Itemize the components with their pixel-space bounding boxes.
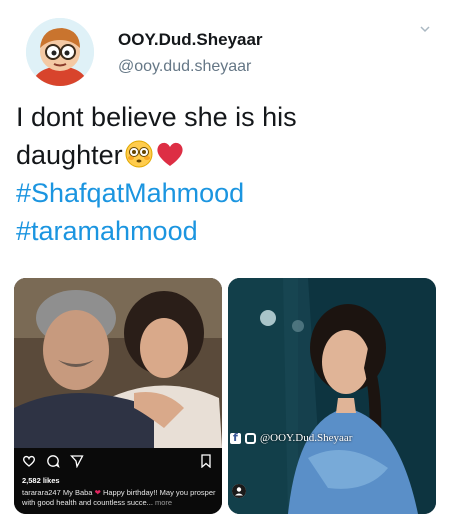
caption-more-link[interactable]: more bbox=[155, 498, 172, 507]
media-grid: 2,582 likes tararara247 My Baba ❤ Happy … bbox=[14, 278, 436, 514]
instagram-screenshot-photo[interactable]: 2,582 likes tararara247 My Baba ❤ Happy … bbox=[14, 278, 222, 514]
red-heart-icon bbox=[155, 140, 185, 168]
red-heart-icon: ❤ bbox=[94, 488, 101, 497]
avatar[interactable] bbox=[26, 18, 94, 86]
instagram-caption: tararara247 My Baba ❤ Happy birthday!! M… bbox=[22, 488, 216, 508]
user-handle[interactable]: @ooy.dud.sheyaar bbox=[118, 58, 251, 76]
flushed-face-icon bbox=[125, 140, 153, 168]
caption-username: tararara247 bbox=[22, 488, 61, 497]
display-name[interactable]: OOY.Dud.Sheyaar bbox=[118, 30, 263, 50]
instagram-icon bbox=[245, 432, 256, 444]
share-icon[interactable] bbox=[70, 454, 84, 468]
comment-icon[interactable] bbox=[46, 454, 60, 468]
tweet-text-line: daughter bbox=[16, 136, 436, 174]
tweet-text-line: I dont believe she is his bbox=[16, 102, 297, 132]
heart-icon[interactable] bbox=[22, 454, 36, 468]
instagram-post-footer: 2,582 likes tararara247 My Baba ❤ Happy … bbox=[14, 448, 222, 514]
watermark: @OOY.Dud.Sheyaar bbox=[230, 431, 353, 444]
drama-still-photo[interactable] bbox=[228, 278, 436, 514]
tagged-people-icon[interactable] bbox=[232, 484, 246, 498]
bookmark-icon[interactable] bbox=[200, 454, 212, 469]
watermark-text: @OOY.Dud.Sheyaar bbox=[260, 432, 353, 444]
hashtag-link[interactable]: #taramahmood bbox=[16, 212, 436, 250]
hashtag-link[interactable]: #ShafqatMahmood bbox=[16, 174, 436, 212]
tweet-card[interactable]: OOY.Dud.Sheyaar @ooy.dud.sheyaar I dont … bbox=[0, 0, 450, 518]
tweet-text-word: daughter bbox=[16, 140, 123, 170]
caption-text: My Baba bbox=[62, 488, 93, 497]
chevron-down-icon[interactable] bbox=[418, 22, 432, 36]
tweet-text: I dont believe she is his daughter #Shaf… bbox=[16, 98, 436, 250]
facebook-icon bbox=[230, 431, 241, 444]
likes-count: 2,582 likes bbox=[22, 476, 60, 485]
